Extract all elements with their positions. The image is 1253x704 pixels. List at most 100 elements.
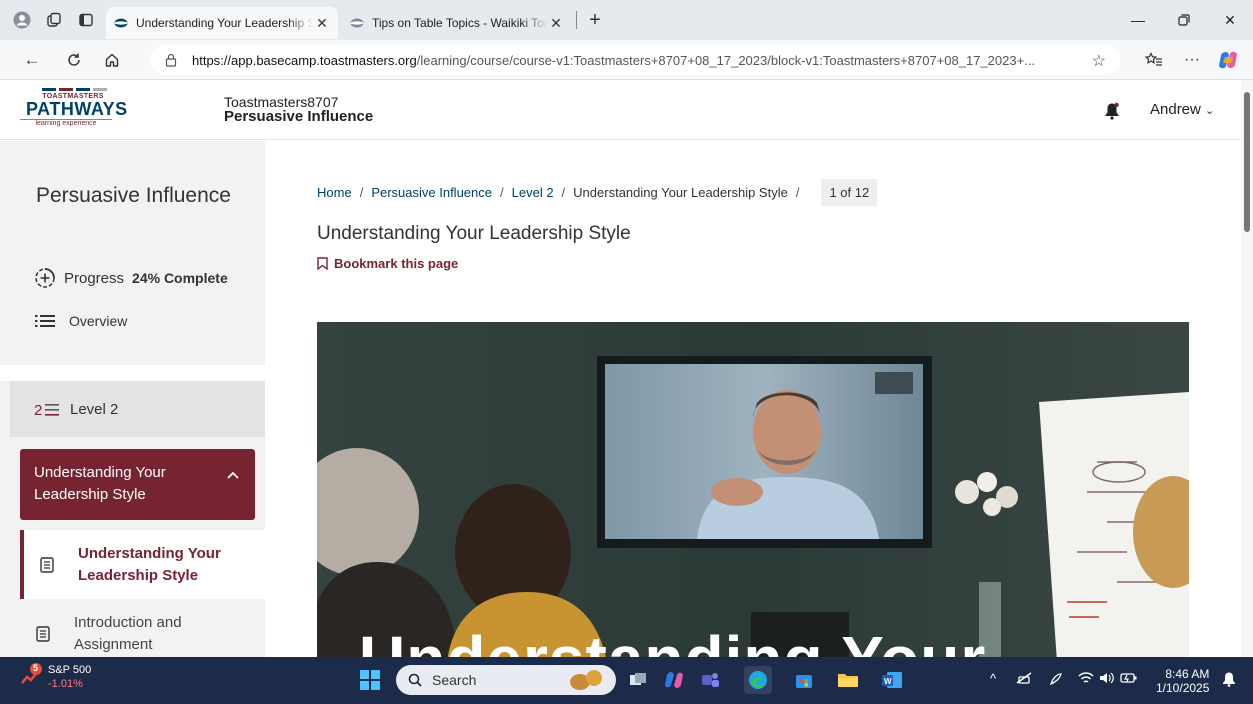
workspaces-icon[interactable]	[40, 6, 68, 34]
unit-label: Understanding Your Leadership Style	[78, 544, 221, 584]
stock-name: S&P 500	[48, 664, 92, 676]
windows-taskbar: 5 S&P 500 -1.01% Search W ^ 8:46 AM 1/10…	[0, 657, 1253, 704]
taskbar-clock[interactable]: 8:46 AM 1/10/2025	[1156, 667, 1209, 695]
logo-pathways: PATHWAYS	[26, 99, 128, 119]
hero-illustration	[317, 322, 1189, 657]
search-icon	[408, 673, 422, 687]
page-scrollbar[interactable]	[1241, 80, 1253, 657]
site-header: TOASTMASTERS PATHWAYS learning experienc…	[0, 80, 1241, 140]
breadcrumb-separator: /	[500, 185, 504, 200]
breadcrumb-level[interactable]: Level 2	[512, 185, 554, 200]
restore-button[interactable]	[1161, 0, 1207, 40]
stock-chart-icon: 5	[20, 663, 42, 685]
level-label: Level 2	[70, 400, 119, 418]
battery-icon[interactable]	[1120, 671, 1138, 688]
search-placeholder: Search	[432, 672, 477, 688]
more-menu-button[interactable]: ···	[1176, 44, 1208, 76]
copilot-taskbar-icon[interactable]	[660, 666, 688, 694]
breadcrumb-current: Understanding Your Leadership Style	[573, 185, 788, 200]
tab-title: Understanding Your Leadership Style	[136, 16, 314, 30]
show-hidden-icons[interactable]: ^	[990, 671, 996, 686]
main-content: Home / Persuasive Influence / Level 2 / …	[265, 141, 1241, 657]
browser-tabstrip: Understanding Your Leadership Style ✕ Ti…	[0, 0, 1253, 40]
toastmasters-favicon-icon	[350, 16, 364, 30]
refresh-icon[interactable]	[58, 44, 90, 76]
profile-icon[interactable]	[8, 6, 36, 34]
favorite-star-icon[interactable]: ☆	[1092, 51, 1106, 71]
chevron-up-icon[interactable]	[227, 463, 239, 485]
close-tab-icon[interactable]: ✕	[548, 15, 564, 31]
teams-icon[interactable]	[696, 666, 724, 694]
stock-badge-count: 5	[33, 663, 39, 673]
home-icon[interactable]	[96, 44, 128, 76]
breadcrumb: Home / Persuasive Influence / Level 2 / …	[317, 179, 878, 206]
document-icon	[40, 556, 54, 573]
stock-widget[interactable]: 5 S&P 500 -1.01%	[20, 663, 91, 691]
copilot-icon[interactable]	[1212, 44, 1244, 76]
clock-date: 1/10/2025	[1156, 681, 1210, 695]
user-menu[interactable]: Andrew ⌄	[1150, 101, 1214, 118]
address-bar[interactable]: https://app.basecamp.toastmasters.org/le…	[150, 45, 1120, 75]
bookmark-label: Bookmark this page	[334, 256, 459, 271]
url-host: https://app.basecamp.toastmasters.org	[192, 52, 417, 68]
chevron-down-icon: ⌄	[1205, 105, 1215, 117]
scrollbar-thumb[interactable]	[1244, 92, 1250, 232]
breadcrumb-separator: /	[359, 185, 364, 200]
close-tab-icon[interactable]: ✕	[314, 15, 330, 31]
bookmark-icon	[317, 257, 328, 270]
logo-bars	[12, 88, 136, 91]
progress-icon	[34, 267, 56, 289]
clock-time: 8:46 AM	[1165, 667, 1210, 681]
svg-text:W: W	[884, 677, 892, 686]
notifications-bell-icon[interactable]	[1222, 671, 1236, 690]
pathways-logo[interactable]: TOASTMASTERS PATHWAYS learning experienc…	[20, 88, 136, 134]
breadcrumb-home[interactable]: Home	[317, 185, 352, 200]
task-view-icon[interactable]	[624, 666, 652, 694]
progress-value: 24% Complete	[132, 270, 228, 286]
page-title: Understanding Your Leadership Style	[317, 223, 631, 244]
sidebar-course-title: Persuasive Influence	[36, 184, 231, 207]
back-button[interactable]: ←	[16, 44, 48, 76]
edge-browser-icon[interactable]	[744, 666, 772, 694]
minimize-button[interactable]: —	[1115, 0, 1161, 40]
new-tab-button[interactable]: +	[581, 6, 609, 34]
svg-text:2: 2	[34, 402, 42, 419]
hero-video-image[interactable]: Understanding Your	[317, 322, 1189, 657]
tab-divider	[576, 11, 577, 29]
bookmark-button[interactable]: Bookmark this page	[317, 256, 458, 271]
level-icon: 2	[34, 399, 60, 419]
sidebar-overview-link[interactable]: Overview	[35, 313, 127, 329]
pen-icon[interactable]	[1048, 671, 1064, 690]
close-window-button[interactable]: ✕	[1207, 0, 1253, 40]
bell-icon[interactable]	[1104, 102, 1120, 120]
stock-change: -1.01%	[48, 678, 83, 690]
tab-title: Tips on Table Topics - Waikiki Toastmast…	[372, 16, 548, 30]
sidebar-progress[interactable]: Progress 24% Complete	[34, 267, 228, 289]
taskbar-search[interactable]: Search	[396, 665, 616, 695]
site-info-icon[interactable]	[164, 53, 178, 67]
section-label: Understanding Your Leadership Style	[34, 464, 166, 503]
windows-start-icon[interactable]	[360, 670, 380, 690]
tab-table-topics[interactable]: Tips on Table Topics - Waikiki Toastmast…	[342, 7, 572, 39]
tab-actions-icon[interactable]	[72, 6, 100, 34]
course-name: Persuasive Influence	[224, 108, 374, 125]
tray-app-icon[interactable]	[1016, 671, 1032, 688]
sidebar-level-item[interactable]: 2 Level 2	[10, 381, 265, 437]
breadcrumb-separator: /	[561, 185, 566, 200]
overview-list-icon	[35, 314, 55, 328]
sidebar-section-header[interactable]: Understanding Your Leadership Style	[20, 449, 255, 520]
url-path: /learning/course/course-v1:Toastmasters+…	[416, 52, 1036, 68]
hero-heading: Understanding Your	[359, 622, 986, 657]
favorites-icon[interactable]	[1138, 44, 1170, 76]
word-icon[interactable]: W	[878, 666, 906, 694]
wifi-icon[interactable]	[1078, 671, 1094, 688]
file-explorer-icon[interactable]	[834, 666, 862, 694]
volume-icon[interactable]	[1098, 671, 1114, 688]
store-icon[interactable]	[790, 666, 818, 694]
overview-label: Overview	[69, 313, 128, 329]
document-icon	[36, 625, 50, 642]
tab-understanding-leadership[interactable]: Understanding Your Leadership Style ✕	[106, 7, 338, 39]
page-counter: 1 of 12	[821, 179, 878, 206]
breadcrumb-course[interactable]: Persuasive Influence	[371, 185, 492, 200]
sidebar-unit-item[interactable]: Understanding Your Leadership Style	[20, 530, 265, 599]
